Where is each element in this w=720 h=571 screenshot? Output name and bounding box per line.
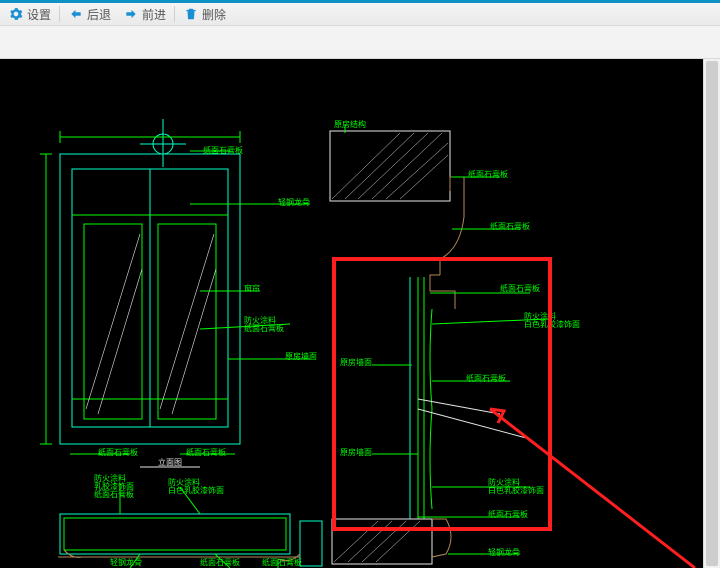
toolbar-separator <box>174 6 175 22</box>
trash-icon <box>183 6 199 22</box>
delete-button[interactable]: 删除 <box>177 3 232 25</box>
settings-button[interactable]: 设置 <box>2 3 57 25</box>
toolbar-separator <box>59 6 60 22</box>
vertical-scrollbar-thumb[interactable] <box>706 61 718 566</box>
delete-label: 删除 <box>202 6 226 23</box>
back-button[interactable]: 后退 <box>62 3 117 25</box>
toolbar: 设置 后退 前进 删除 <box>0 3 720 26</box>
vertical-scrollbar[interactable] <box>703 59 720 568</box>
forward-label: 前进 <box>142 6 166 23</box>
back-label: 后退 <box>87 6 111 23</box>
arrow-back-icon <box>68 6 84 22</box>
toolbar-pad <box>0 26 720 59</box>
cad-canvas[interactable]: 原房结构 纸面石膏板 轻钢龙骨 纸面石膏板 纸面石膏板 窗帘 防火涂料 纸面石膏… <box>0 59 704 568</box>
arrow-forward-icon <box>123 6 139 22</box>
highlight-box <box>332 257 552 531</box>
settings-icon <box>8 6 24 22</box>
canvas-area: 原房结构 纸面石膏板 轻钢龙骨 纸面石膏板 纸面石膏板 窗帘 防火涂料 纸面石膏… <box>0 59 720 571</box>
forward-button[interactable]: 前进 <box>117 3 172 25</box>
settings-label: 设置 <box>27 6 51 23</box>
